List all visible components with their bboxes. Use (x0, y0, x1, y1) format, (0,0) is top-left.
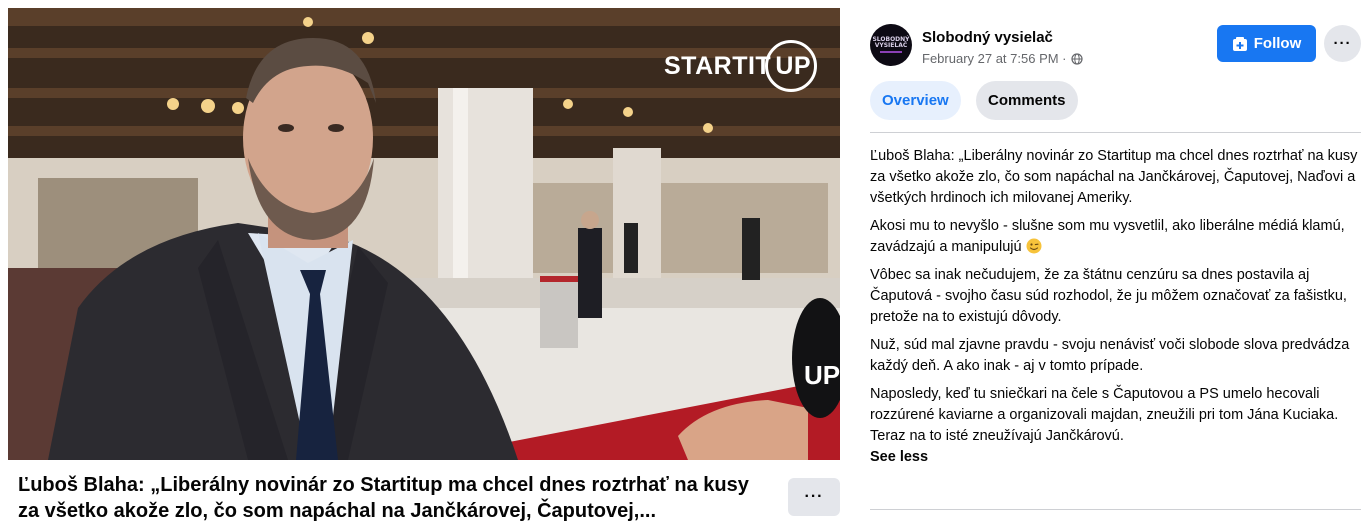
tabs-divider (870, 132, 1361, 133)
see-less-link[interactable]: See less (870, 447, 928, 468)
video-player[interactable]: STARTIT UP UP (8, 8, 840, 460)
post-paragraph: Akosi mu to nevyšlo - slušne som mu vysv… (870, 216, 1358, 258)
tab-overview[interactable]: Overview (870, 81, 961, 120)
avatar-stripe (880, 51, 902, 53)
post-more-options-button[interactable]: ··· (1324, 25, 1361, 62)
watermark-text: STARTIT (664, 51, 772, 80)
globe-icon (1070, 52, 1083, 65)
post-text: Ľuboš Blaha: „Liberálny novinár zo Start… (870, 146, 1358, 468)
winking-face-emoji-icon (1026, 238, 1042, 254)
post-paragraph: Ľuboš Blaha: „Liberálny novinár zo Start… (870, 148, 1358, 206)
follow-button[interactable]: Follow (1217, 25, 1316, 62)
add-page-icon (1232, 36, 1247, 51)
post-meta: February 27 at 7:56 PM · (922, 51, 1083, 66)
video-title: Ľuboš Blaha: „Liberálny novinár zo Start… (18, 474, 749, 521)
tab-comments[interactable]: Comments (976, 81, 1078, 120)
post-timestamp[interactable]: February 27 at 7:56 PM · (922, 51, 1067, 66)
post-panel: SLOBODNÝ VYSIELAČ Slobodný vysielač Febr… (852, 0, 1361, 521)
post-paragraph: Nuž, súd mal zjavne pravdu - svoju nenáv… (870, 337, 1350, 374)
watermark-ring: UP (765, 40, 818, 92)
page-name-link[interactable]: Slobodný vysielač (922, 29, 1053, 46)
post-paragraph-text: Akosi mu to nevyšlo - slušne som mu vysv… (870, 218, 1345, 255)
startitup-watermark: STARTIT UP (664, 38, 818, 94)
follow-button-label: Follow (1253, 35, 1302, 52)
bottom-divider (870, 509, 1361, 510)
post-paragraph: Vôbec sa inak nečudujem, že za štátnu ce… (870, 267, 1347, 325)
avatar-text-bottom: VYSIELAČ (874, 42, 908, 49)
page-avatar[interactable]: SLOBODNÝ VYSIELAČ (870, 24, 912, 66)
microphone-label: UP (804, 360, 840, 390)
video-more-options-button[interactable]: ··· (788, 478, 840, 516)
post-paragraph: Naposledy, keď tu sniečkari na čele s Ča… (870, 386, 1339, 444)
